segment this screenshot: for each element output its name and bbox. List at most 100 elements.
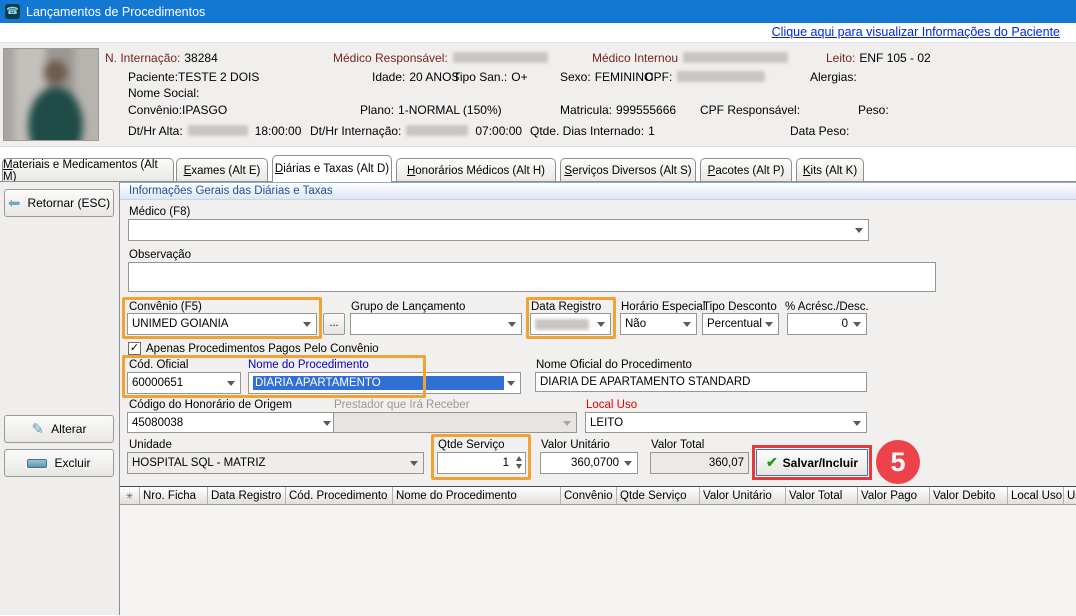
n-internacao-value: 38284 <box>184 51 217 65</box>
dthr-alta-time: 18:00:00 <box>255 124 302 138</box>
horario-especial-combobox[interactable]: Não <box>620 313 697 335</box>
chevron-down-icon[interactable] <box>303 322 311 327</box>
patient-photo <box>3 48 99 141</box>
convenio-label: Convênio: <box>128 103 182 117</box>
nome-procedimento-combobox[interactable]: DIARIA APARTAMENTO <box>248 372 521 394</box>
tab-materiais-medicamentos[interactable]: Materiais e Medicamentos (Alt M) <box>2 158 174 182</box>
apenas-pagos-label: Apenas Procedimentos Pagos Pelo Convênio <box>146 343 379 355</box>
local-uso-label: Local Uso <box>586 399 637 411</box>
nome-oficial-label: Nome Oficial do Procedimento <box>536 359 692 371</box>
tab-exames[interactable]: Exames (Alt E) <box>176 158 268 182</box>
tab-kits[interactable]: Kits (Alt K) <box>796 158 864 182</box>
col-local-uso[interactable]: Local Uso <box>1008 487 1064 504</box>
section-title: Informações Gerais das Diárias e Taxas <box>120 182 1076 200</box>
col-qtde-servico[interactable]: Qtde Serviço <box>617 487 700 504</box>
patient-header: N. Internação:38284 Médico Responsável: … <box>0 42 1076 147</box>
chevron-down-icon[interactable] <box>410 461 418 466</box>
col-usuario[interactable]: Usuário <box>1064 487 1076 504</box>
cpf-redacted <box>677 71 765 82</box>
data-registro-combobox[interactable] <box>530 313 611 335</box>
retornar-button[interactable]: ⬅Retornar (ESC) <box>4 189 114 217</box>
sexo-label: Sexo: <box>560 70 591 84</box>
chevron-down-icon[interactable] <box>507 381 515 386</box>
col-nro-ficha[interactable]: Nro. Ficha <box>140 487 208 504</box>
prestador-combobox <box>333 412 577 433</box>
col-valor-unitario[interactable]: Valor Unitário <box>700 487 786 504</box>
excluir-button[interactable]: Excluir <box>4 449 114 477</box>
dthr-alta-label: Dt/Hr Alta: <box>128 124 183 138</box>
check-icon: ✔ <box>766 454 778 471</box>
salvar-incluir-button[interactable]: ✔Salvar/Incluir <box>756 449 868 476</box>
col-valor-total[interactable]: Valor Total <box>786 487 858 504</box>
chevron-down-icon[interactable] <box>683 322 691 327</box>
convenio-browse-button[interactable]: ... <box>323 313 345 335</box>
tipo-desconto-label: Tipo Desconto <box>703 301 777 313</box>
patient-info-link[interactable]: Clique aqui para visualizar Informações … <box>772 25 1060 39</box>
plano-value: 1-NORMAL (150%) <box>398 103 502 117</box>
window-titlebar: ☎ Lançamentos de Procedimentos <box>0 0 1076 23</box>
dthr-internacao-time: 07:00:00 <box>475 124 522 138</box>
col-valor-pago[interactable]: Valor Pago <box>858 487 930 504</box>
tab-pacotes[interactable]: Pacotes (Alt P) <box>700 158 792 182</box>
step-badge: 5 <box>876 440 920 484</box>
dthr-alta-date-redacted <box>188 125 248 136</box>
tab-diarias-taxas[interactable]: Diárias e Taxas (Alt D) <box>272 155 392 182</box>
chevron-down-icon[interactable] <box>853 421 861 426</box>
valor-unitario-combobox[interactable]: 360,0700 <box>540 452 638 474</box>
cod-oficial-label: Cód. Oficial <box>129 359 188 371</box>
tab-servicos-diversos[interactable]: Serviços Diversos (Alt S) <box>560 158 696 182</box>
local-uso-combobox[interactable]: LEITO <box>585 412 867 433</box>
grupo-lancamento-combobox[interactable] <box>350 313 522 335</box>
tipo-desconto-combobox[interactable]: Percentual <box>702 313 779 335</box>
alterar-button[interactable]: ✎Alterar <box>4 415 114 443</box>
col-valor-debito[interactable]: Valor Debito <box>930 487 1008 504</box>
grid-header: ✳ Nro. Ficha Data Registro Cód. Procedim… <box>120 486 1076 505</box>
tabbar: Materiais e Medicamentos (Alt M) Exames … <box>0 155 1076 181</box>
medico-responsavel-redacted <box>453 52 548 63</box>
valor-unitario-label: Valor Unitário <box>541 439 610 451</box>
observacao-label: Observação <box>129 249 191 261</box>
acresc-desc-label: % Acrésc./Desc. <box>785 301 869 313</box>
patient-photo-blur <box>3 48 99 141</box>
chevron-down-icon[interactable] <box>508 322 516 327</box>
col-convenio[interactable]: Convênio <box>561 487 617 504</box>
prestador-label: Prestador que Irá Receber <box>334 399 470 411</box>
valor-total-readonly: 360,07 <box>650 452 749 474</box>
dias-internado-label: Qtde. Dias Internado: <box>530 124 644 138</box>
window-title: Lançamentos de Procedimentos <box>26 5 205 19</box>
qtde-servico-stepper[interactable]: 1 <box>437 452 526 474</box>
nome-oficial-input[interactable]: DIARIA DE APARTAMENTO STANDARD <box>535 372 867 392</box>
spinner-arrows-icon[interactable] <box>516 456 522 469</box>
chevron-down-icon[interactable] <box>765 322 773 327</box>
cod-oficial-combobox[interactable]: 60000651 <box>127 372 241 394</box>
matricula-value: 999555666 <box>616 103 676 117</box>
tab-honorarios-medicos[interactable]: Honorários Médicos (Alt H) <box>396 158 556 182</box>
chevron-down-icon[interactable] <box>597 322 605 327</box>
medico-responsavel-label: Médico Responsável: <box>333 51 448 65</box>
convenio-combobox[interactable]: UNIMED GOIANIA <box>127 313 317 335</box>
acresc-desc-combobox[interactable]: 0 <box>787 313 867 335</box>
cod-honorario-combobox[interactable]: 45080038 <box>127 412 337 433</box>
data-registro-redacted <box>535 319 589 330</box>
observacao-input[interactable] <box>128 262 936 292</box>
chevron-down-icon[interactable] <box>227 381 235 386</box>
chevron-down-icon[interactable] <box>323 421 331 426</box>
dthr-internacao-label: Dt/Hr Internação: <box>310 124 401 138</box>
plano-label: Plano: <box>360 103 394 117</box>
col-nome-procedimento[interactable]: Nome do Procedimento <box>393 487 561 504</box>
unidade-combobox[interactable]: HOSPITAL SQL - MATRIZ <box>127 452 424 474</box>
chevron-down-icon[interactable] <box>624 461 632 466</box>
apenas-pagos-checkbox[interactable]: ✓ <box>128 342 141 355</box>
chevron-down-icon[interactable] <box>853 322 861 327</box>
col-data-registro[interactable]: Data Registro <box>208 487 286 504</box>
medico-combobox[interactable] <box>128 219 869 241</box>
app-icon: ☎ <box>5 4 20 19</box>
medico-internou-redacted <box>683 52 788 63</box>
col-cod-procedimento[interactable]: Cód. Procedimento <box>286 487 393 504</box>
nome-social-label: Nome Social: <box>128 86 199 100</box>
chevron-down-icon[interactable] <box>855 228 863 233</box>
checkmark-icon: ✓ <box>130 342 139 354</box>
alergias-label: Alergias: <box>810 70 857 84</box>
pencil-icon: ✎ <box>32 422 45 437</box>
convenio-f5-label: Convênio (F5) <box>129 301 202 313</box>
